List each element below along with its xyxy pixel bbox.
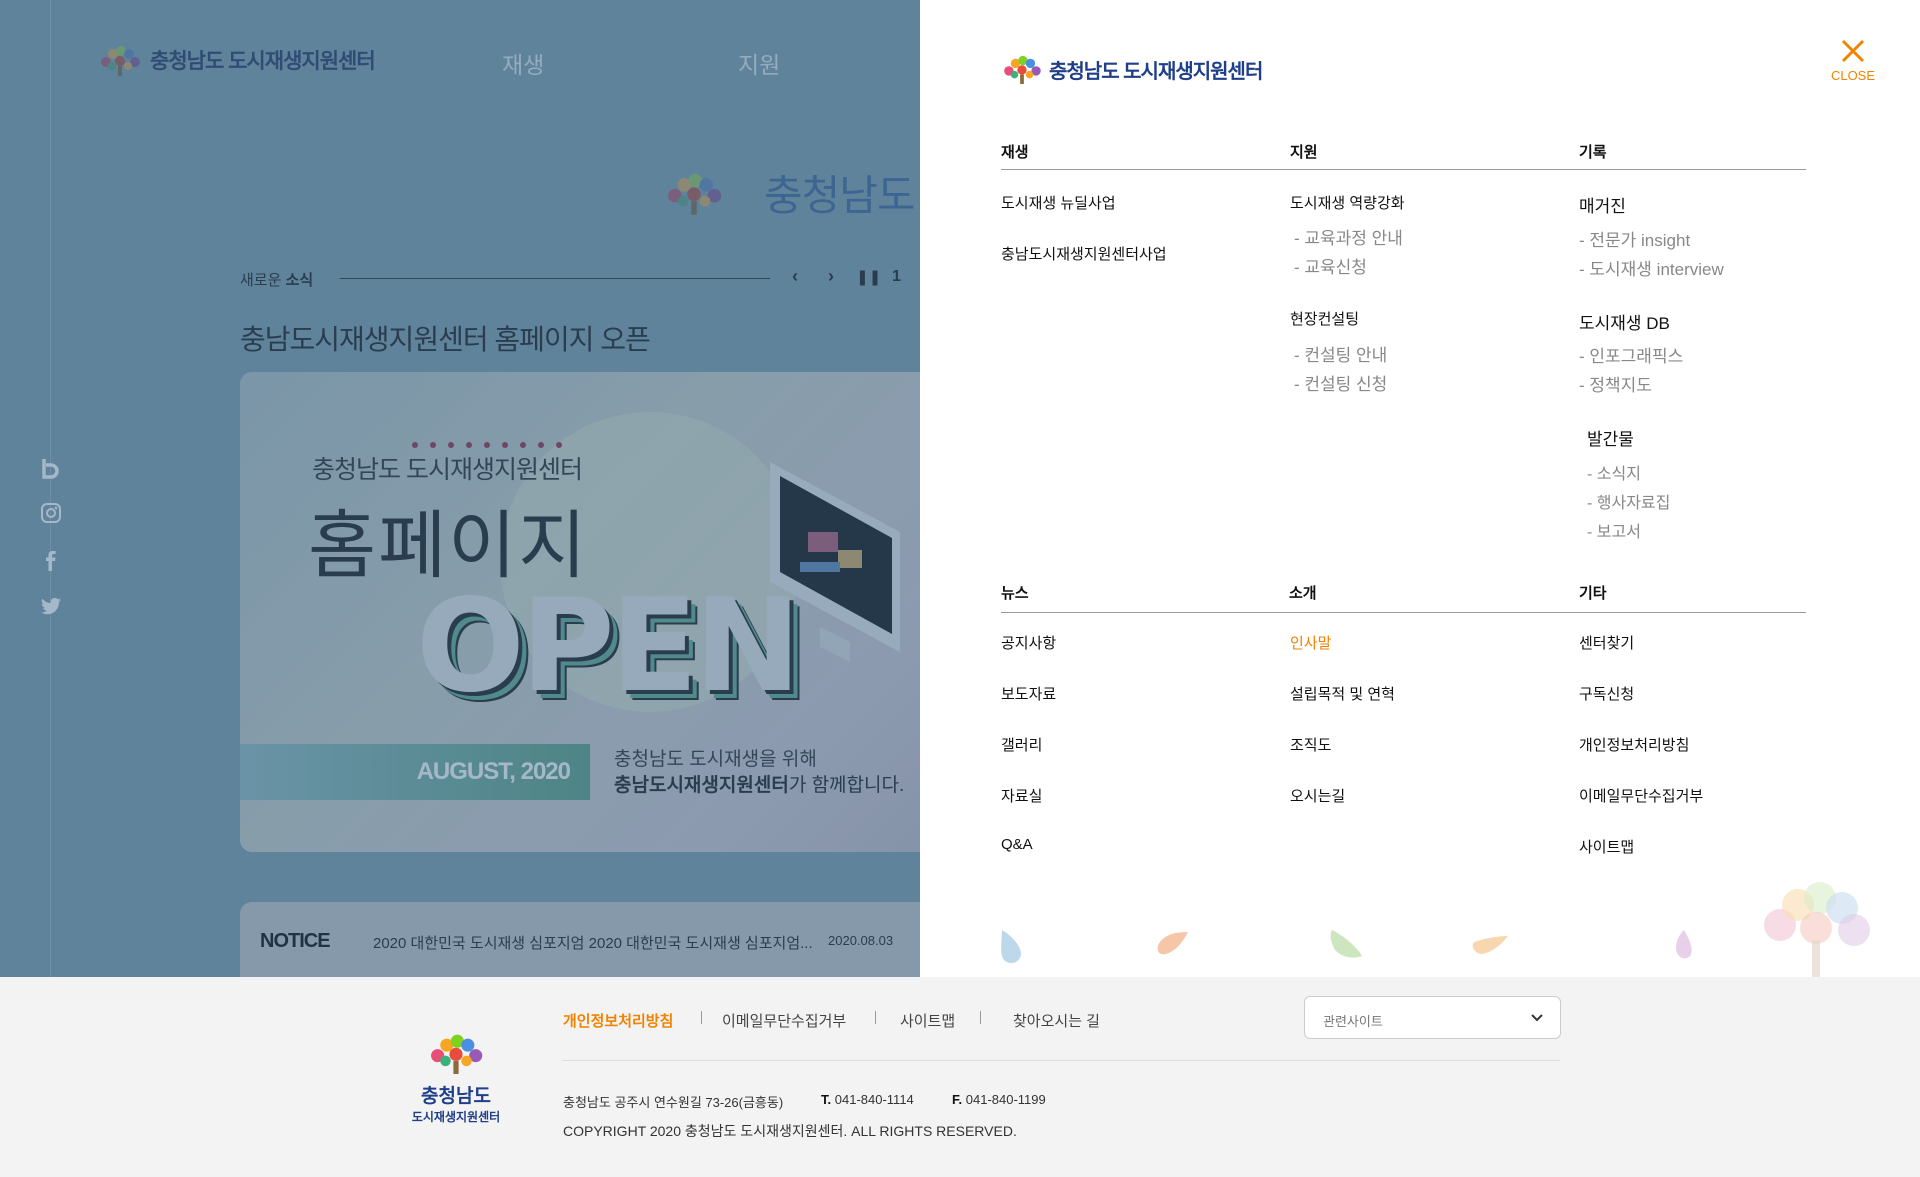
footer-logo[interactable]: 충청남도 도시재생지원센터 [406, 1032, 506, 1125]
submenu-item-consulting-apply[interactable]: - 컨설팅 신청 [1294, 370, 1387, 395]
menu-item-db[interactable]: 도시재생 DB [1579, 309, 1670, 334]
footer-logo-line1: 충청남도 [421, 1086, 491, 1107]
menu-item-org-chart[interactable]: 조직도 [1290, 734, 1331, 755]
submenu-item-infographics[interactable]: - 인포그래픽스 [1579, 342, 1683, 367]
col-head-regen: 재생 [1001, 144, 1029, 161]
section2-divider [1001, 612, 1806, 613]
tree-logo-icon [1004, 55, 1041, 84]
col-head-news: 뉴스 [1001, 585, 1029, 602]
menu-item-capacity[interactable]: 도시재생 역량강화 [1290, 192, 1405, 213]
menu-item-subscribe[interactable]: 구독신청 [1579, 683, 1634, 704]
footer [0, 977, 1920, 1177]
tree-watermark-icon [1764, 882, 1870, 977]
col-head-about: 소개 [1289, 585, 1317, 602]
submenu-item-report[interactable]: - 보고서 [1587, 518, 1641, 542]
close-label: CLOSE [1830, 68, 1876, 83]
menu-item-history[interactable]: 설립목적 및 연혁 [1290, 683, 1395, 704]
section1-divider [1001, 169, 1806, 170]
footer-link-sitemap[interactable]: 사이트맵 [900, 1010, 955, 1031]
menu-item-press[interactable]: 보도자료 [1001, 683, 1056, 704]
footer-link-email-refusal[interactable]: 이메일무단수집거부 [722, 1010, 846, 1031]
menu-item-center-project[interactable]: 충남도시재생지원센터사업 [1001, 243, 1167, 264]
menu-item-email-refusal[interactable]: 이메일무단수집거부 [1579, 785, 1703, 806]
footer-link-separator [980, 1011, 981, 1024]
submenu-item-insight[interactable]: - 전문가 insight [1579, 226, 1690, 251]
footer-logo-line2: 도시재생지원센터 [411, 1110, 501, 1124]
footer-address: 충청남도 공주시 연수원길 73-26(금흥동) [563, 1095, 784, 1110]
submenu-item-interview[interactable]: - 도시재생 interview [1579, 255, 1724, 280]
col-head-support: 지원 [1290, 144, 1318, 161]
menu-item-gallery[interactable]: 갤러리 [1001, 734, 1042, 755]
menu-item-greeting[interactable]: 인사말 [1290, 632, 1331, 653]
submenu-item-policy-map[interactable]: - 정책지도 [1579, 371, 1652, 396]
footer-link-directions[interactable]: 찾아오시는 길 [1013, 1010, 1100, 1031]
menu-item-directions[interactable]: 오시는길 [1290, 785, 1345, 806]
footer-copyright: COPYRIGHT 2020 충청남도 도시재생지원센터. ALL RIGHTS… [563, 1123, 1017, 1139]
chevron-down-icon [1531, 1014, 1543, 1022]
footer-divider [562, 1060, 1560, 1061]
related-sites-select[interactable]: 관련사이트 [1304, 996, 1561, 1039]
related-sites-value: 관련사이트 [1323, 1014, 1383, 1029]
submenu-item-course-info[interactable]: - 교육과정 안내 [1294, 224, 1403, 249]
menu-item-consulting[interactable]: 현장컨설팅 [1290, 308, 1359, 329]
menu-item-library[interactable]: 자료실 [1001, 785, 1042, 806]
menu-item-qna[interactable]: Q&A [1001, 836, 1033, 853]
menu-item-publications[interactable]: 발간물 [1587, 425, 1634, 450]
footer-link-separator [701, 1011, 702, 1024]
footer-link-privacy[interactable]: 개인정보처리방침 [563, 1010, 673, 1031]
panel-logo[interactable]: 충청남도 도시재생지원센터 [1001, 54, 1263, 84]
col-head-etc: 기타 [1579, 585, 1607, 602]
menu-item-find-center[interactable]: 센터찾기 [1579, 632, 1634, 653]
menu-item-magazine[interactable]: 매거진 [1579, 192, 1626, 217]
menu-item-privacy[interactable]: 개인정보처리방침 [1579, 734, 1689, 755]
submenu-item-newsletter[interactable]: - 소식지 [1587, 460, 1641, 484]
close-button[interactable]: CLOSE [1828, 38, 1878, 90]
submenu-item-course-apply[interactable]: - 교육신청 [1294, 253, 1367, 278]
sitemap-panel: 충청남도 도시재생지원센터 CLOSE 재생 지원 기록 도시재생 뉴딜사업 충… [920, 0, 1920, 977]
tree-logo-icon [431, 1034, 483, 1074]
submenu-item-consulting-info[interactable]: - 컨설팅 안내 [1294, 341, 1387, 366]
footer-link-separator [875, 1011, 876, 1024]
close-icon [1828, 38, 1878, 66]
panel-logo-text: 충청남도 도시재생지원센터 [1049, 60, 1263, 83]
col-head-records: 기록 [1579, 144, 1607, 161]
submenu-item-event-book[interactable]: - 행사자료집 [1587, 489, 1670, 513]
menu-item-newdeal[interactable]: 도시재생 뉴딜사업 [1001, 192, 1116, 213]
footer-fax: F. 041-840-1199 [952, 1092, 1046, 1107]
footer-tel: T. 041-840-1114 [821, 1092, 914, 1107]
menu-item-sitemap[interactable]: 사이트맵 [1579, 836, 1634, 857]
menu-item-notices[interactable]: 공지사항 [1001, 632, 1056, 653]
